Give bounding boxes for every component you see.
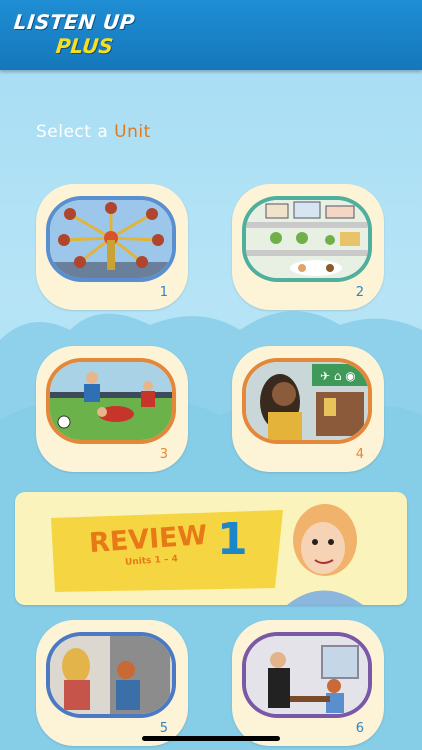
logo-line2: PLUS (54, 34, 115, 58)
review-number: 1 (217, 514, 248, 565)
unit-1-thumbnail (46, 196, 176, 282)
title-prefix: Select a (36, 122, 115, 142)
unit-4-thumbnail: ✈ ⌂ ◉ (242, 358, 372, 444)
teacher-illustration (287, 504, 363, 605)
unit-6-thumbnail (242, 632, 372, 718)
unit-2-thumbnail (242, 196, 372, 282)
unit-4-number: 4 (355, 447, 364, 462)
unit-card-1[interactable]: 1 (36, 184, 188, 310)
unit-card-2[interactable]: 2 (232, 184, 384, 310)
page-title: Select a Unit (36, 122, 151, 142)
unit-card-4[interactable]: ✈ ⌂ ◉ 4 (232, 346, 384, 472)
app-header: LISTEN UP PLUS (0, 0, 422, 70)
unit-card-5[interactable]: 5 (36, 620, 188, 746)
unit-6-number: 6 (355, 721, 364, 736)
review-1-banner[interactable]: REVIEW Units 1 – 4 1 (15, 492, 407, 605)
svg-text:✈ ⌂ ◉: ✈ ⌂ ◉ (320, 369, 356, 383)
home-indicator[interactable] (142, 736, 280, 741)
unit-card-6[interactable]: 6 (232, 620, 384, 746)
unit-1-number: 1 (159, 285, 168, 300)
title-accent: Unit (114, 122, 151, 142)
unit-5-number: 5 (159, 721, 168, 736)
logo-line1: LISTEN UP (12, 10, 137, 34)
unit-5-thumbnail (46, 632, 176, 718)
unit-card-3[interactable]: 3 (36, 346, 188, 472)
unit-3-number: 3 (159, 447, 168, 462)
unit-3-thumbnail (46, 358, 176, 444)
unit-2-number: 2 (355, 285, 364, 300)
